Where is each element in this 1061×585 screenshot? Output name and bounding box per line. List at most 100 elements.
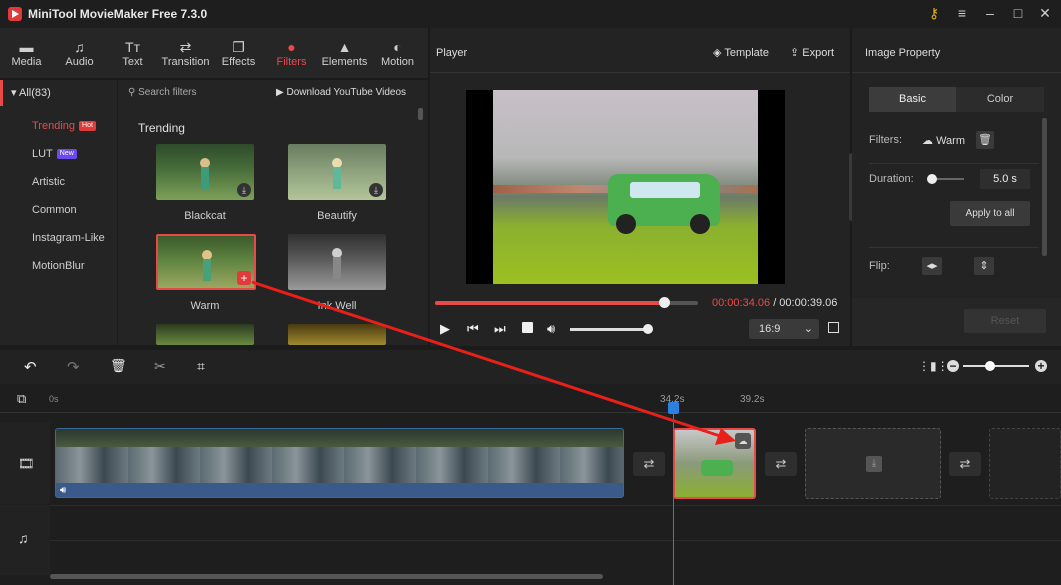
- layers-icon: ◈: [713, 47, 722, 59]
- download-icon[interactable]: ⤓: [237, 183, 251, 197]
- tab-filters[interactable]: ● Filters: [265, 28, 318, 78]
- volume-icon[interactable]: 🔊︎: [547, 321, 555, 337]
- flip-horizontal-icon[interactable]: ◂▸: [922, 257, 942, 275]
- tab-media[interactable]: ▬ Media: [0, 28, 53, 78]
- tab-effects[interactable]: ❐ Effects: [212, 28, 265, 78]
- tab-motion[interactable]: ◐ Motion: [371, 28, 424, 78]
- category-trending[interactable]: Trending Hot: [0, 112, 117, 140]
- delete-icon[interactable]: 🗑︎: [110, 358, 127, 374]
- undo-icon[interactable]: ↶: [24, 358, 37, 376]
- tab-elements[interactable]: ▲ Elements: [318, 28, 371, 78]
- key-icon[interactable]: ⚷: [924, 5, 944, 22]
- category-motionblur[interactable]: MotionBlur: [0, 252, 117, 280]
- fit-icon[interactable]: ⋮▮⋮: [918, 359, 949, 373]
- empty-clip-slot[interactable]: ⤓: [805, 428, 941, 499]
- tab-basic[interactable]: Basic: [869, 87, 956, 112]
- properties-panel: Image Property Basic Color Filters: ☁ Wa…: [852, 28, 1061, 346]
- empty-clip-slot[interactable]: [989, 428, 1061, 499]
- video-preview[interactable]: [466, 90, 785, 284]
- title-bar: MiniTool MovieMaker Free 7.3.0 ⚷ ≡ – □ ✕: [0, 0, 1061, 28]
- duration-input[interactable]: 5.0 s: [980, 169, 1030, 189]
- filter-thumb-ink-well[interactable]: [288, 234, 386, 290]
- zoom-slider[interactable]: [963, 361, 1029, 371]
- applied-filter: ☁ Warm: [922, 135, 965, 147]
- duration-handle[interactable]: [927, 174, 937, 184]
- tab-audio[interactable]: ♫ Audio: [53, 28, 106, 78]
- zoom-in-icon[interactable]: +: [1035, 360, 1047, 372]
- fullscreen-icon[interactable]: [828, 322, 839, 333]
- minimize-button[interactable]: –: [980, 5, 1000, 21]
- stop-icon[interactable]: [522, 322, 533, 333]
- scissors-icon[interactable]: ✂: [154, 358, 166, 375]
- category-common[interactable]: Common: [0, 196, 117, 224]
- filter-thumb-row3-b[interactable]: [288, 324, 386, 345]
- apply-to-all-button[interactable]: Apply to all: [950, 201, 1030, 226]
- playback-progress[interactable]: [435, 297, 698, 308]
- volume-slider[interactable]: [570, 324, 653, 334]
- search-filters[interactable]: ⚲ Search filters: [128, 87, 196, 98]
- zoom-out-icon[interactable]: −: [947, 360, 959, 372]
- timeline-scrollbar[interactable]: [50, 574, 603, 579]
- close-button[interactable]: ✕: [1035, 5, 1055, 22]
- export-button[interactable]: ⇪ Export: [790, 46, 834, 59]
- video-clip-traffic[interactable]: 🔊︎: [55, 428, 624, 498]
- folder-icon: ▬: [19, 39, 34, 55]
- transition-slot-icon[interactable]: ⇄: [949, 452, 981, 476]
- filters-panel: ⚲ Search filters ▶ Download YouTube Vide…: [118, 80, 428, 345]
- transition-slot-icon[interactable]: ⇄: [633, 452, 665, 476]
- aspect-ratio-select[interactable]: 16:9 ⌄: [749, 319, 819, 339]
- duration-slider[interactable]: [927, 174, 964, 184]
- car-shape: [608, 174, 720, 234]
- filter-thumb-beautify[interactable]: ⤓: [288, 144, 386, 200]
- crop-icon[interactable]: ⌗: [197, 358, 205, 375]
- player-title: Player: [436, 47, 468, 59]
- section-title: Trending: [138, 121, 185, 135]
- progress-handle[interactable]: [658, 297, 670, 308]
- delete-filter-icon[interactable]: 🗑︎: [976, 131, 994, 149]
- maximize-button[interactable]: □: [1008, 5, 1028, 21]
- filter-icon: ☁: [922, 135, 933, 147]
- category-lut[interactable]: LUT New: [0, 140, 117, 168]
- filter-label-warm: Warm: [190, 300, 220, 312]
- youtube-icon: ▶: [276, 87, 284, 98]
- playhead-handle[interactable]: [668, 402, 679, 414]
- filter-thumb-row3-a[interactable]: [156, 324, 254, 345]
- template-button[interactable]: ◈ Template: [713, 46, 769, 59]
- menu-icon[interactable]: ≡: [952, 5, 972, 21]
- play-icon[interactable]: ▶: [440, 321, 450, 337]
- category-artistic[interactable]: Artistic: [0, 168, 117, 196]
- flip-label: Flip:: [869, 260, 890, 272]
- download-icon[interactable]: ⤓: [369, 183, 383, 197]
- filter-thumb-blackcat[interactable]: ⤓: [156, 144, 254, 200]
- previous-frame-icon[interactable]: ⏮: [467, 321, 479, 337]
- reset-button[interactable]: Reset: [964, 309, 1046, 333]
- filter-label-beautify: Beautify: [317, 210, 357, 222]
- transition-icon: ⇄: [179, 39, 192, 55]
- drop-media-icon: ⤓: [866, 456, 882, 472]
- filter-thumb-warm[interactable]: +: [156, 234, 256, 290]
- next-frame-icon[interactable]: ⏭: [494, 321, 506, 337]
- tab-transition[interactable]: ⇄ Transition: [159, 28, 212, 78]
- category-instagram-like[interactable]: Instagram-Like: [0, 224, 117, 252]
- volume-handle[interactable]: [643, 324, 653, 334]
- download-youtube-link[interactable]: ▶ Download YouTube Videos: [276, 87, 406, 98]
- category-all[interactable]: ▾ All(83): [0, 80, 117, 106]
- add-track-icon[interactable]: ⧉: [17, 391, 26, 407]
- properties-scrollbar[interactable]: [1042, 118, 1047, 256]
- redo-icon[interactable]: ↷: [67, 358, 80, 376]
- media-toolbar: ▬ Media ♫ Audio Tт Text ⇄ Transition ❐ Effect…: [0, 28, 428, 78]
- tab-text[interactable]: Tт Text: [106, 28, 159, 78]
- video-track-icon: 🎞︎: [18, 456, 35, 471]
- add-filter-icon[interactable]: +: [237, 271, 251, 285]
- clip-volume-icon[interactable]: 🔊︎: [60, 485, 66, 496]
- filter-label-blackcat: Blackcat: [184, 210, 226, 222]
- tab-color[interactable]: Color: [956, 87, 1044, 112]
- filter-category-panel: ▾ All(83) Trending Hot LUT New Artistic Co…: [0, 80, 117, 345]
- playhead-line[interactable]: [673, 412, 674, 585]
- transition-slot-icon[interactable]: ⇄: [765, 452, 797, 476]
- zoom-handle[interactable]: [985, 361, 995, 371]
- clip-filter-icon[interactable]: ☁: [735, 433, 751, 449]
- image-clip-car[interactable]: ☁: [673, 428, 756, 499]
- flip-vertical-icon[interactable]: ⇕: [974, 257, 994, 275]
- filters-scrollbar[interactable]: [418, 108, 423, 120]
